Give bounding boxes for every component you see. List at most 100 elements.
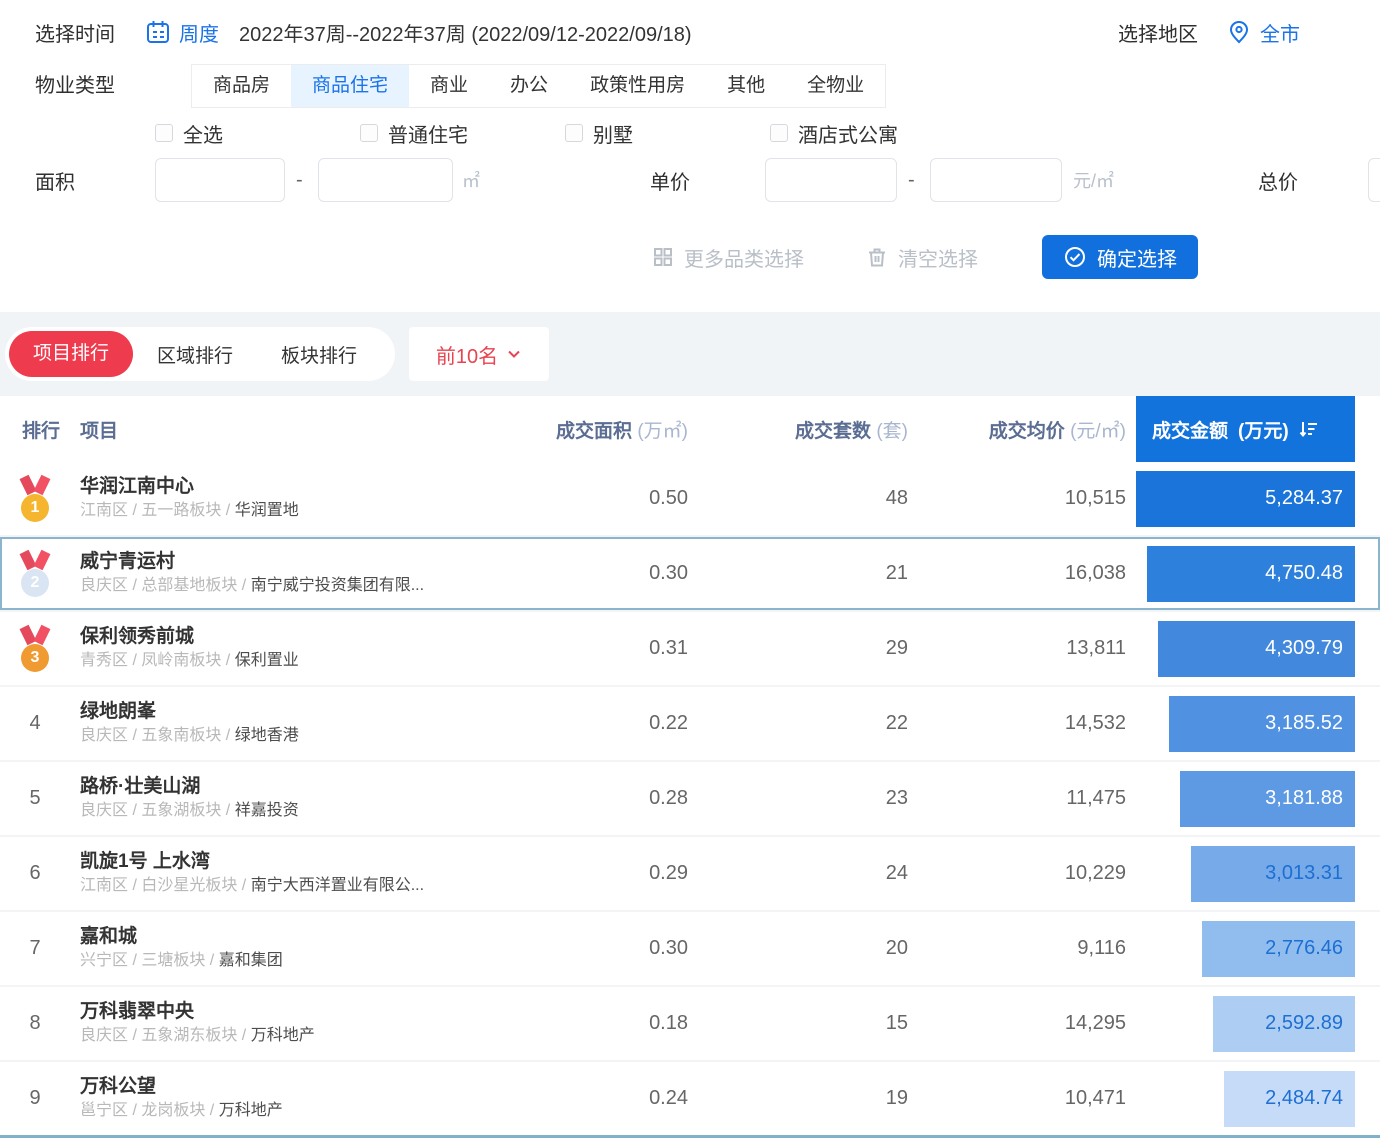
area-range-dash: - bbox=[296, 158, 303, 202]
amount-value: 2,776.46 bbox=[1265, 937, 1343, 960]
checkbox-icon[interactable] bbox=[360, 124, 378, 142]
project-location: 江南区 / 白沙星光板块 bbox=[80, 877, 237, 894]
ranking-tab-1[interactable]: 项目排行 bbox=[9, 331, 133, 377]
project-name[interactable]: 万科公望 bbox=[80, 1074, 548, 1100]
more-categories-button[interactable]: 更多品类选择 bbox=[652, 234, 804, 280]
range-filter-row: 面积 - ㎡ 单价 - 元/㎡ 总价 bbox=[0, 158, 1380, 202]
property-tab-2[interactable]: 商品住宅 bbox=[291, 65, 409, 107]
property-tab-5[interactable]: 政策性用房 bbox=[569, 65, 706, 107]
checkbox-label: 普通住宅 bbox=[388, 119, 468, 148]
checkbox-item-2[interactable]: 普通住宅 bbox=[360, 119, 565, 148]
amount-value: 2,484.74 bbox=[1265, 1087, 1343, 1110]
time-range-text[interactable]: 2022年37周--2022年37周 (2022/09/12-2022/09/1… bbox=[239, 18, 692, 47]
project-name[interactable]: 保利领秀前城 bbox=[80, 624, 548, 650]
checkbox-icon[interactable] bbox=[155, 124, 173, 142]
property-tab-3[interactable]: 商业 bbox=[409, 65, 489, 107]
area-max-input[interactable] bbox=[318, 158, 453, 202]
area-value: 0.24 bbox=[548, 1087, 698, 1110]
amount-cell: 3,185.52 bbox=[1136, 696, 1355, 752]
project-location: 良庆区 / 五象湖东板块 bbox=[80, 1027, 237, 1044]
checkbox-label: 全选 bbox=[183, 119, 223, 148]
time-mode-link[interactable]: 周度 bbox=[179, 18, 219, 47]
top-n-dropdown[interactable]: 前10名 bbox=[409, 327, 549, 381]
property-tab-6[interactable]: 其他 bbox=[706, 65, 786, 107]
amount-bar: 4,750.48 bbox=[1147, 546, 1355, 602]
checkbox-label: 别墅 bbox=[593, 119, 633, 148]
checkbox-icon[interactable] bbox=[565, 124, 583, 142]
project-name[interactable]: 嘉和城 bbox=[80, 924, 548, 950]
price-value: 10,229 bbox=[918, 862, 1136, 885]
project-location: 青秀区 / 凤岭南板块 bbox=[80, 652, 221, 669]
property-tab-1[interactable]: 商品房 bbox=[192, 65, 291, 107]
header-units: 成交套数 (套) bbox=[698, 416, 918, 443]
property-type-label: 物业类型 bbox=[35, 64, 115, 108]
table-row-3[interactable]: 3保利领秀前城青秀区 / 凤岭南板块 / 保利置业0.312913,8114,3… bbox=[0, 612, 1380, 687]
table-row-5[interactable]: 5路桥·壮美山湖良庆区 / 五象湖板块 / 祥嘉投资0.282311,4753,… bbox=[0, 762, 1380, 837]
location-pin-icon[interactable] bbox=[1226, 19, 1252, 45]
calendar-icon[interactable] bbox=[145, 19, 171, 45]
total-price-min-input[interactable] bbox=[1368, 158, 1380, 202]
header-area: 成交面积 (万㎡) bbox=[548, 416, 698, 443]
header-project: 项目 bbox=[70, 416, 548, 443]
amount-cell: 4,309.79 bbox=[1136, 621, 1355, 677]
project-name[interactable]: 万科翡翠中央 bbox=[80, 999, 548, 1025]
project-subtitle: 江南区 / 五一路板块 / 华润置地 bbox=[80, 499, 548, 523]
filter-actions-row: 更多品类选择 清空选择 确定选择 bbox=[0, 234, 1380, 280]
project-name[interactable]: 威宁青运村 bbox=[80, 549, 548, 575]
amount-value: 3,013.31 bbox=[1265, 862, 1343, 885]
area-min-input[interactable] bbox=[155, 158, 285, 202]
checkbox-item-4[interactable]: 酒店式公寓 bbox=[770, 119, 975, 148]
project-developer: 南宁大西洋置业有限公... bbox=[251, 877, 424, 894]
amount-cell: 5,284.37 bbox=[1136, 471, 1355, 527]
property-tab-7[interactable]: 全物业 bbox=[786, 65, 885, 107]
table-row-6[interactable]: 6凯旋1号 上水湾江南区 / 白沙星光板块 / 南宁大西洋置业有限公...0.2… bbox=[0, 837, 1380, 912]
rank-number: 6 bbox=[0, 862, 70, 885]
table-row-1[interactable]: 1华润江南中心江南区 / 五一路板块 / 华润置地0.504810,5155,2… bbox=[0, 462, 1380, 537]
checkbox-item-3[interactable]: 别墅 bbox=[565, 119, 770, 148]
region-value-link[interactable]: 全市 bbox=[1260, 18, 1300, 47]
project-cell: 华润江南中心江南区 / 五一路板块 / 华润置地 bbox=[70, 474, 548, 524]
unit-price-max-input[interactable] bbox=[930, 158, 1062, 202]
area-value: 0.28 bbox=[548, 787, 698, 810]
header-amount-sort[interactable]: 成交金额(万元) bbox=[1136, 396, 1355, 462]
project-name[interactable]: 路桥·壮美山湖 bbox=[80, 774, 548, 800]
clear-selection-button[interactable]: 清空选择 bbox=[866, 234, 978, 280]
amount-value: 2,592.89 bbox=[1265, 1012, 1343, 1035]
project-name[interactable]: 凯旋1号 上水湾 bbox=[80, 849, 548, 875]
rank-number: 4 bbox=[0, 712, 70, 735]
price-value: 10,515 bbox=[918, 487, 1136, 510]
medal-gold-icon: 1 bbox=[17, 475, 53, 522]
project-location: 良庆区 / 总部基地板块 bbox=[80, 577, 237, 594]
checkbox-item-1[interactable]: 全选 bbox=[155, 119, 360, 148]
table-row-4[interactable]: 4绿地朗峯良庆区 / 五象南板块 / 绿地香港0.222214,5323,185… bbox=[0, 687, 1380, 762]
project-name[interactable]: 华润江南中心 bbox=[80, 474, 548, 500]
rank-cell: 2 bbox=[0, 550, 70, 597]
unit-price-label: 单价 bbox=[650, 158, 690, 202]
project-developer: 绿地香港 bbox=[235, 727, 299, 744]
header-rank: 排行 bbox=[0, 416, 70, 443]
more-categories-label: 更多品类选择 bbox=[684, 243, 804, 272]
confirm-selection-button[interactable]: 确定选择 bbox=[1042, 235, 1198, 279]
project-developer: 万科地产 bbox=[251, 1027, 315, 1044]
checkbox-icon[interactable] bbox=[770, 124, 788, 142]
ranking-tab-3[interactable]: 板块排行 bbox=[257, 341, 381, 368]
checkbox-label: 酒店式公寓 bbox=[798, 119, 898, 148]
area-value: 0.30 bbox=[548, 562, 698, 585]
property-tab-4[interactable]: 办公 bbox=[489, 65, 569, 107]
rank-number: 7 bbox=[0, 937, 70, 960]
grid-icon bbox=[652, 246, 674, 268]
confirm-selection-label: 确定选择 bbox=[1097, 243, 1177, 272]
unit-price-min-input[interactable] bbox=[765, 158, 897, 202]
table-row-2[interactable]: 2威宁青运村良庆区 / 总部基地板块 / 南宁威宁投资集团有限...0.3021… bbox=[0, 537, 1380, 612]
area-value: 0.29 bbox=[548, 862, 698, 885]
medal-silver-icon: 2 bbox=[17, 550, 53, 597]
ranking-tab-2[interactable]: 区域排行 bbox=[133, 341, 257, 368]
price-value: 9,116 bbox=[918, 937, 1136, 960]
table-row-7[interactable]: 7嘉和城兴宁区 / 三塘板块 / 嘉和集团0.30209,1162,776.46 bbox=[0, 912, 1380, 987]
table-row-9[interactable]: 9万科公望邕宁区 / 龙岗板块 / 万科地产0.241910,4712,484.… bbox=[0, 1062, 1380, 1137]
table-row-8[interactable]: 8万科翡翠中央良庆区 / 五象湖东板块 / 万科地产0.181514,2952,… bbox=[0, 987, 1380, 1062]
area-label: 面积 bbox=[35, 158, 75, 202]
time-filter-label: 选择时间 bbox=[35, 18, 115, 47]
project-name[interactable]: 绿地朗峯 bbox=[80, 699, 548, 725]
medal-bronze-icon: 3 bbox=[17, 625, 53, 672]
